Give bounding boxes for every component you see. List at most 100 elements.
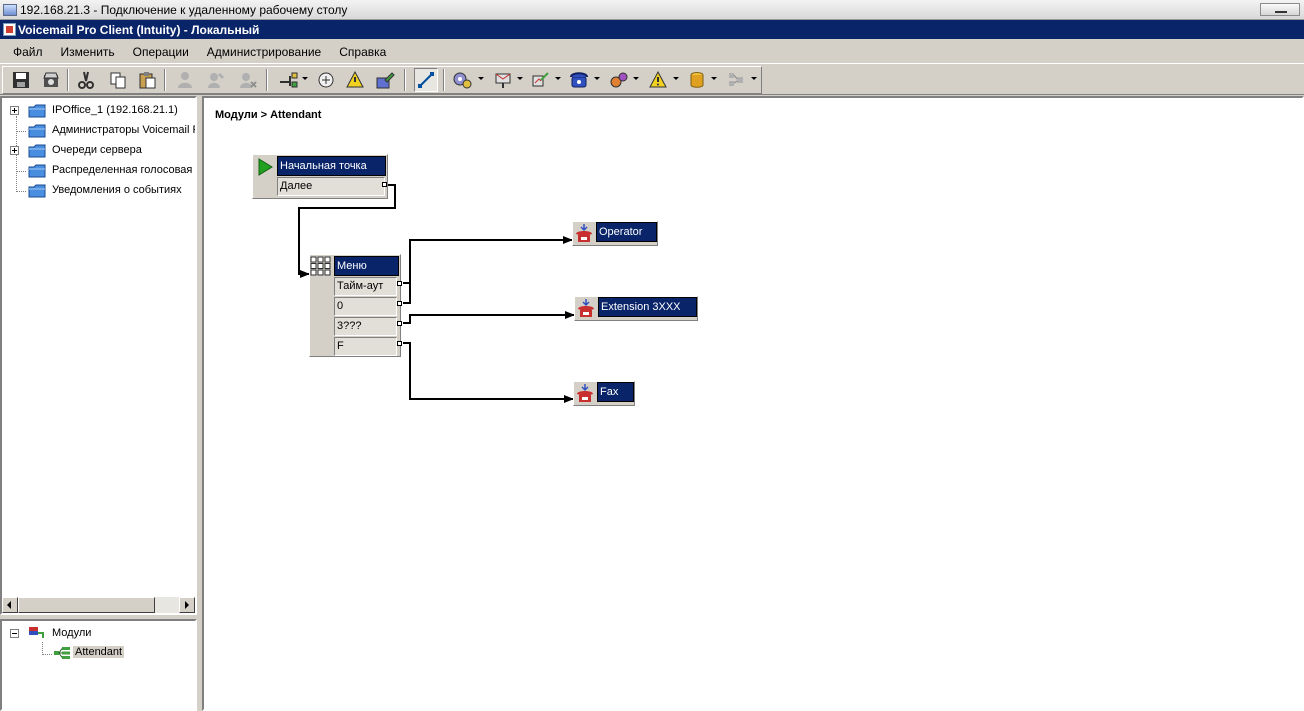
module-add-icon <box>280 72 298 88</box>
tree-connector <box>16 191 26 192</box>
menu-option-3xxx-port[interactable] <box>397 321 402 326</box>
condition-actions-button[interactable] <box>646 68 670 92</box>
scroll-left-button[interactable] <box>2 597 18 613</box>
folder-icon <box>28 144 46 158</box>
module-add-dropdown-arrow[interactable] <box>302 77 308 80</box>
queue-actions-dropdown-arrow[interactable] <box>751 77 757 80</box>
tree-item-label: Распределенная голосовая <box>52 164 193 176</box>
cut-button[interactable] <box>74 68 98 92</box>
database-actions-dropdown-arrow[interactable] <box>711 77 717 80</box>
tree-item-attendant[interactable]: Attendant <box>2 644 132 662</box>
tree-horizontal-scrollbar[interactable] <box>2 597 195 613</box>
connection-tool-icon <box>418 72 434 88</box>
condition-button[interactable] <box>343 68 367 92</box>
mailbox-actions-dropdown-arrow[interactable] <box>517 77 523 80</box>
menu-option-0-port[interactable] <box>397 301 402 306</box>
folder-icon <box>28 184 46 198</box>
user-add-icon <box>178 72 192 88</box>
collapse-icon[interactable] <box>10 629 19 638</box>
expand-icon[interactable] <box>10 106 19 115</box>
keypad-icon <box>310 256 331 276</box>
paste-button[interactable] <box>135 68 159 92</box>
start-point-next-port[interactable] <box>382 182 387 187</box>
queue-actions-button[interactable] <box>724 68 748 92</box>
attendant-module-icon <box>54 647 70 659</box>
remote-desktop-title: 192.168.21.3 - Подключение к удаленному … <box>20 2 348 17</box>
scroll-right-button[interactable] <box>179 597 195 613</box>
queue-actions-icon <box>729 73 743 86</box>
connection-menu-0-to-operator <box>403 240 411 304</box>
menu-option-0-row: 0 <box>334 297 397 316</box>
transfer-phone-icon <box>576 224 592 242</box>
toolbar-separator <box>404 69 406 91</box>
database-actions-button[interactable] <box>685 68 709 92</box>
module-canvas[interactable]: Модули > Attendant Начальная точка Далее <box>202 96 1304 711</box>
menu-option-f-port[interactable] <box>397 341 402 346</box>
telephony-actions-dropdown-arrow[interactable] <box>594 77 600 80</box>
app-title-bar: Voicemail Pro Client (Intuity) - Локальн… <box>0 20 1304 39</box>
save-icon <box>13 72 29 88</box>
start-point-title: Начальная точка <box>277 156 386 176</box>
connection-menu-3xxx-to-extension <box>403 311 575 324</box>
transfer-phone-icon <box>578 299 594 317</box>
variables-icon <box>318 72 334 88</box>
tree-item-label: Модули <box>52 627 92 639</box>
copy-icon <box>110 72 126 89</box>
basic-actions-button[interactable] <box>450 68 474 92</box>
modules-icon <box>29 627 44 638</box>
start-point-next-row: Далее <box>277 177 385 196</box>
menu-timeout-port[interactable] <box>397 281 402 286</box>
toolbar-separator <box>266 69 268 91</box>
tree-item-label: Очереди сервера <box>52 144 142 156</box>
menu-help[interactable]: Справка <box>330 43 395 61</box>
save-button[interactable] <box>9 68 33 92</box>
toolbar-separator <box>67 69 69 91</box>
tree-connector <box>16 171 26 172</box>
app-icon <box>3 23 16 36</box>
fax-node-title: Fax <box>597 382 634 402</box>
mailbox-actions-icon <box>495 73 511 88</box>
remote-desktop-window: 192.168.21.3 - Подключение к удаленному … <box>0 0 1304 711</box>
misc-actions-dropdown-arrow[interactable] <box>633 77 639 80</box>
module-add-button[interactable] <box>276 68 300 92</box>
transfer-phone-icon <box>577 384 593 402</box>
operator-node-title: Operator <box>596 222 657 242</box>
user-edit-icon <box>208 73 224 88</box>
copy-button[interactable] <box>106 68 130 92</box>
telephony-actions-button[interactable] <box>567 68 591 92</box>
menu-file[interactable]: Файл <box>4 43 52 61</box>
toolbar-separator <box>443 69 445 91</box>
scroll-thumb[interactable] <box>18 597 155 613</box>
connection-tool-button[interactable] <box>414 68 438 92</box>
configuration-actions-dropdown-arrow[interactable] <box>555 77 561 80</box>
basic-actions-dropdown-arrow[interactable] <box>478 77 484 80</box>
edit-button[interactable] <box>373 68 397 92</box>
menu-option-f-row: F <box>334 337 397 356</box>
menu-timeout-row: Тайм-аут <box>334 277 397 296</box>
menu-bar: Файл Изменить Операции Администрирование… <box>0 41 1304 62</box>
tree-item-label: IPOffice_1 (192.168.21.1) <box>52 104 178 116</box>
server-tree-pane: IPOffice_1 (192.168.21.1) Администраторы… <box>0 96 197 615</box>
user-edit-button[interactable] <box>204 68 228 92</box>
mailbox-actions-button[interactable] <box>491 68 515 92</box>
misc-actions-button[interactable] <box>607 68 631 92</box>
menu-operations[interactable]: Операции <box>124 43 198 61</box>
user-add-button[interactable] <box>173 68 197 92</box>
user-delete-button[interactable] <box>236 68 260 92</box>
menu-edit[interactable]: Изменить <box>52 43 124 61</box>
basic-actions-icon <box>453 72 472 89</box>
connection-menu-f-to-fax <box>403 342 574 403</box>
condition-actions-dropdown-arrow[interactable] <box>673 77 679 80</box>
play-icon <box>258 158 273 176</box>
save-as-button[interactable] <box>39 68 63 92</box>
app-title: Voicemail Pro Client (Intuity) - Локальн… <box>18 22 260 37</box>
menu-administration[interactable]: Администрирование <box>198 43 330 61</box>
expand-icon[interactable] <box>10 146 19 155</box>
edit-icon <box>376 72 395 89</box>
toolbar <box>0 63 1304 95</box>
configuration-actions-button[interactable] <box>529 68 553 92</box>
modules-tree-pane: Модули Attendant <box>0 619 197 711</box>
folder-icon <box>28 124 46 138</box>
variables-button[interactable] <box>314 68 338 92</box>
minimize-button[interactable] <box>1260 3 1300 16</box>
